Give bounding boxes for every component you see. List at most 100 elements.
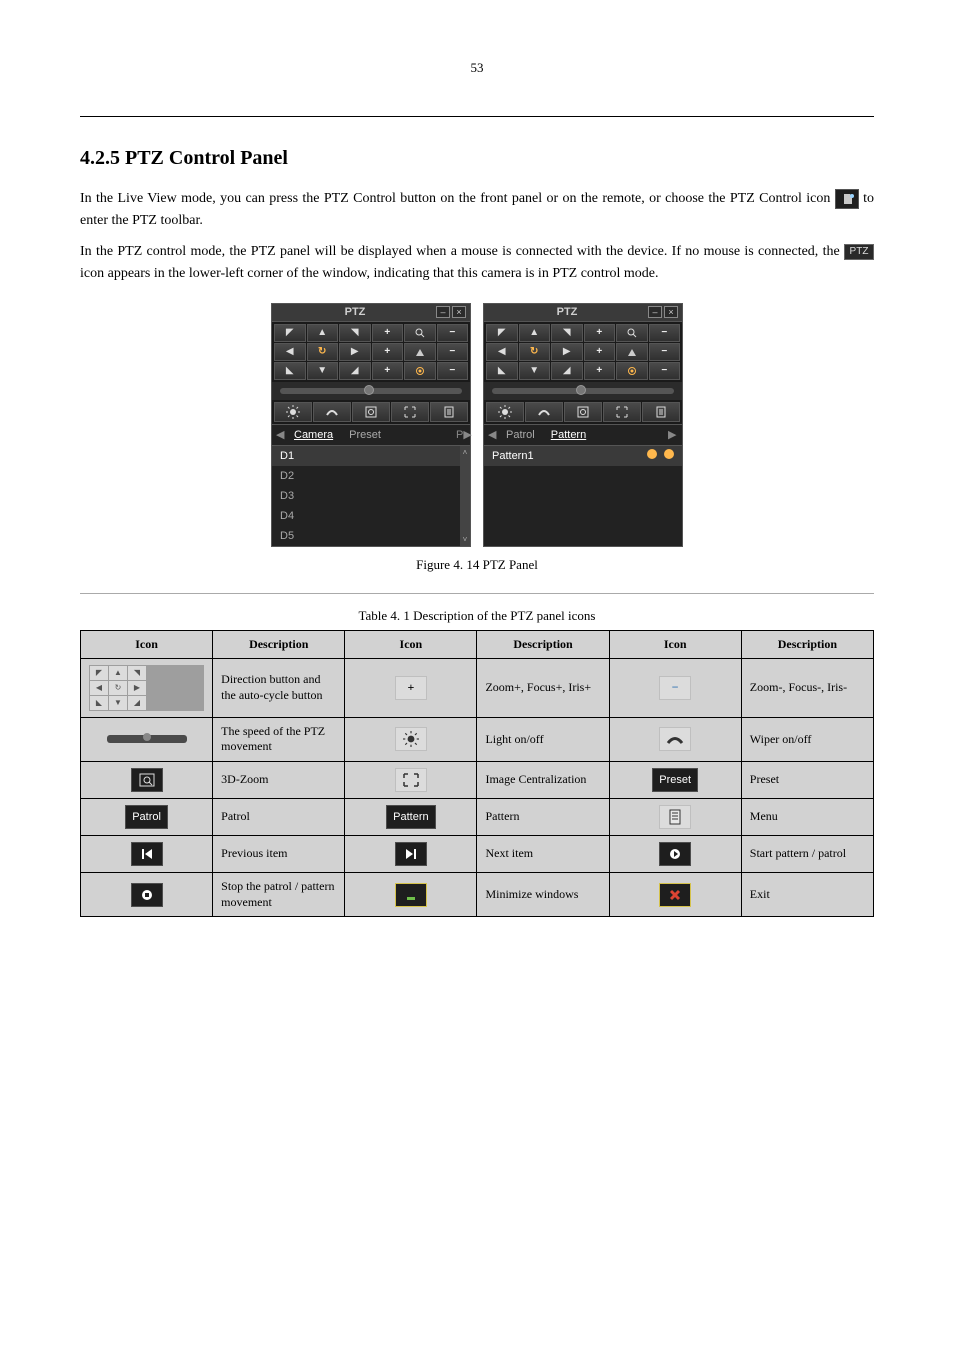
camera-d5[interactable]: D5 <box>272 526 460 546</box>
tabs-next-indicator[interactable]: P▶ <box>456 428 466 441</box>
camera-d2[interactable]: D2 <box>272 466 460 486</box>
dir-down-left[interactable]: ◣ <box>486 362 518 380</box>
iris-icon[interactable] <box>404 362 436 380</box>
iris-icon[interactable] <box>616 362 648 380</box>
tabs-next-arrow[interactable]: ▶ <box>668 428 678 441</box>
panel1-scrollbar[interactable]: ˄ ˅ <box>460 446 470 546</box>
panel2-body: Pattern1 <box>484 446 682 546</box>
dir-up-left[interactable]: ◤ <box>274 324 306 342</box>
para2-text-b: icon appears in the lower-left corner of… <box>80 266 658 281</box>
dir-up-right[interactable]: ◥ <box>551 324 583 342</box>
exit-desc: Exit <box>741 872 873 916</box>
separator-rule <box>80 593 874 594</box>
zoom-icon[interactable] <box>616 324 648 342</box>
zoom-plus[interactable]: + <box>372 324 404 342</box>
patrol-button-icon: Patrol <box>81 798 213 835</box>
panel2-direction-grid: ◤ ▲ ◥ + − ◀ ↻ ▶ + − ◣ ▼ ◢ + − <box>484 322 682 382</box>
focus-plus[interactable]: + <box>372 343 404 361</box>
menu-icon[interactable] <box>642 402 680 422</box>
minus-desc: Zoom-, Focus-, Iris- <box>741 658 873 717</box>
wiper-icon[interactable] <box>525 402 563 422</box>
dir-left[interactable]: ◀ <box>486 343 518 361</box>
pattern1-item[interactable]: Pattern1 <box>484 446 682 466</box>
plus-desc: Zoom+, Focus+, Iris+ <box>477 658 609 717</box>
iris-plus[interactable]: + <box>372 362 404 380</box>
exit-icon <box>609 872 741 916</box>
table-row: 3D-Zoom Image Centralization Preset Pres… <box>81 761 874 798</box>
tab-preset[interactable]: Preset <box>341 429 389 441</box>
panel1-speed-slider[interactable] <box>272 382 470 400</box>
3d-zoom-icon[interactable] <box>352 402 390 422</box>
panel2-speed-slider[interactable] <box>484 382 682 400</box>
dir-left[interactable]: ◀ <box>274 343 306 361</box>
tab-pattern[interactable]: Pattern <box>543 429 594 441</box>
centralization-icon[interactable] <box>603 402 641 422</box>
th-icon-2: Icon <box>345 630 477 658</box>
centralization-icon[interactable] <box>391 402 429 422</box>
para2-text-a: In the PTZ control mode, the PTZ panel w… <box>80 244 844 259</box>
focus-minus[interactable]: − <box>649 343 681 361</box>
stop-pattern-icon[interactable] <box>664 449 674 459</box>
tabs-prev-arrow[interactable]: ◀ <box>276 428 286 441</box>
minus-icon: − <box>609 658 741 717</box>
panel2-titlebar: PTZ – × <box>484 304 682 322</box>
stop-icon <box>81 872 213 916</box>
dir-down-right[interactable]: ◢ <box>551 362 583 380</box>
menu-icon[interactable] <box>430 402 468 422</box>
menu-icon <box>609 798 741 835</box>
dir-right[interactable]: ▶ <box>551 343 583 361</box>
panel2-tool-row <box>484 400 682 424</box>
wiper-desc: Wiper on/off <box>741 717 873 761</box>
tabs-prev-arrow[interactable]: ◀ <box>488 428 498 441</box>
zoom-minus[interactable]: − <box>649 324 681 342</box>
start-pattern-icon[interactable] <box>647 449 657 459</box>
dir-down[interactable]: ▼ <box>307 362 339 380</box>
iris-minus[interactable]: − <box>649 362 681 380</box>
table-row: Stop the patrol / pattern movement Minim… <box>81 872 874 916</box>
camera-d4[interactable]: D4 <box>272 506 460 526</box>
focus-plus[interactable]: + <box>584 343 616 361</box>
dir-up[interactable]: ▲ <box>307 324 339 342</box>
3d-zoom-icon[interactable] <box>564 402 602 422</box>
dir-up[interactable]: ▲ <box>519 324 551 342</box>
preset-button-icon: Preset <box>609 761 741 798</box>
dir-down-right[interactable]: ◢ <box>339 362 371 380</box>
previous-icon <box>81 835 213 872</box>
start-icon <box>609 835 741 872</box>
close-icon[interactable]: × <box>452 306 466 318</box>
dir-down[interactable]: ▼ <box>519 362 551 380</box>
figure-caption-text: PTZ Panel <box>483 557 538 572</box>
auto-cycle[interactable]: ↻ <box>519 343 551 361</box>
focus-icon[interactable] <box>616 343 648 361</box>
zoom-minus[interactable]: − <box>437 324 469 342</box>
table-row: The speed of the PTZ movement Light on/o… <box>81 717 874 761</box>
iris-minus[interactable]: − <box>437 362 469 380</box>
tab-patrol[interactable]: Patrol <box>498 429 543 441</box>
table-caption: Table 4. 1 Description of the PTZ panel … <box>80 608 874 624</box>
iris-plus[interactable]: + <box>584 362 616 380</box>
light-icon[interactable] <box>274 402 312 422</box>
auto-cycle[interactable]: ↻ <box>307 343 339 361</box>
zoom-icon[interactable] <box>404 324 436 342</box>
wiper-icon[interactable] <box>313 402 351 422</box>
focus-icon[interactable] <box>404 343 436 361</box>
minimize-icon[interactable]: – <box>436 306 450 318</box>
dir-up-left[interactable]: ◤ <box>486 324 518 342</box>
camera-d1[interactable]: D1 <box>272 446 460 466</box>
camera-d3[interactable]: D3 <box>272 486 460 506</box>
close-icon[interactable]: × <box>664 306 678 318</box>
next-desc: Next item <box>477 835 609 872</box>
dir-right[interactable]: ▶ <box>339 343 371 361</box>
th-icon-1: Icon <box>81 630 213 658</box>
panel1-tool-row <box>272 400 470 424</box>
dir-down-left[interactable]: ◣ <box>274 362 306 380</box>
tab-camera[interactable]: Camera <box>286 429 341 441</box>
light-icon[interactable] <box>486 402 524 422</box>
zoom-plus[interactable]: + <box>584 324 616 342</box>
start-desc: Start pattern / patrol <box>741 835 873 872</box>
subsection-title: 4.2.5 PTZ Control Panel <box>80 147 874 170</box>
dir-up-right[interactable]: ◥ <box>339 324 371 342</box>
wiper-icon <box>609 717 741 761</box>
minimize-icon[interactable]: – <box>648 306 662 318</box>
focus-minus[interactable]: − <box>437 343 469 361</box>
